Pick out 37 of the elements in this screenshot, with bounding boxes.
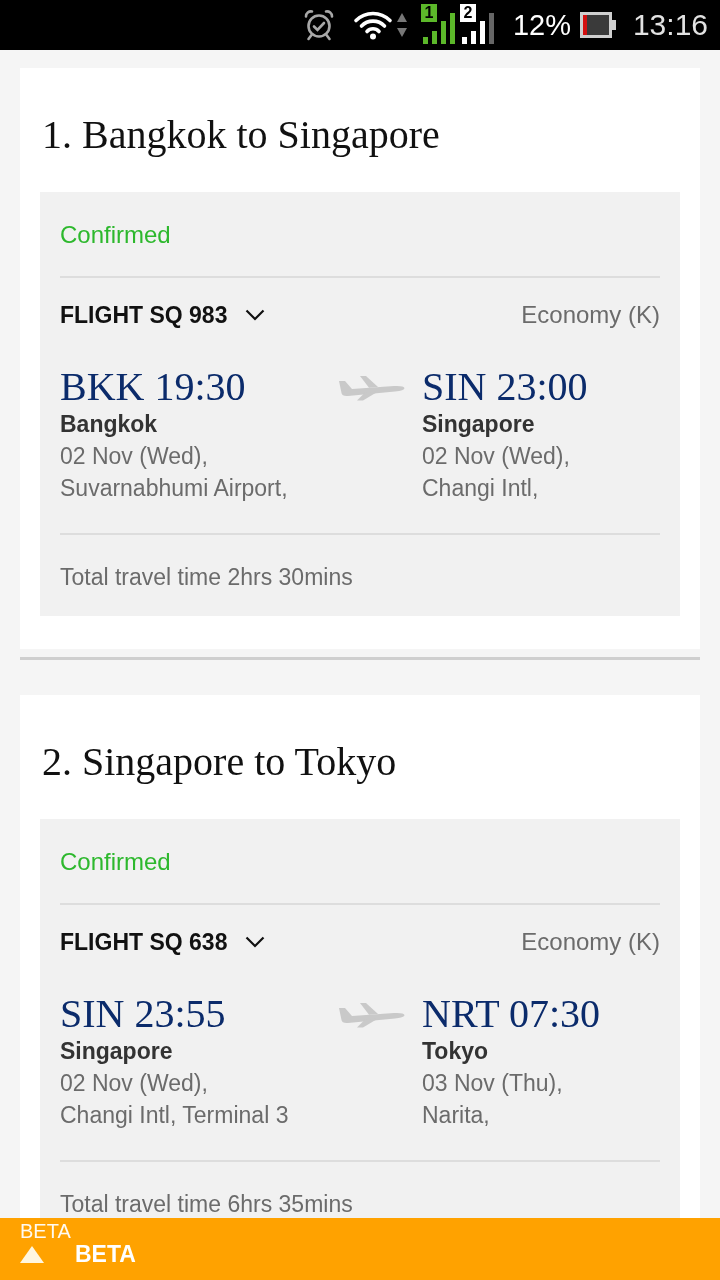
battery-percent: 12% <box>512 8 571 42</box>
trip-title: 2. Singapore to Tokyo <box>42 738 398 786</box>
city-name: Singapore <box>60 1037 173 1066</box>
wifi-icon <box>352 10 393 40</box>
airport-code-time: BKK 19:30 <box>60 365 246 409</box>
airport-name: Suvarnabhumi Airport, <box>60 474 288 503</box>
trip-title: 1. Bangkok to Singapore <box>42 111 441 159</box>
city-name: Bangkok <box>60 410 158 439</box>
city-name: Singapore <box>422 410 535 439</box>
alarm-clock-icon <box>302 9 335 41</box>
airport-code-time: SIN 23:55 <box>60 992 226 1036</box>
airport-code-time: SIN 23:00 <box>422 365 588 409</box>
airport-name: Narita, <box>422 1101 490 1130</box>
flight-date: 02 Nov (Wed), <box>60 1069 208 1098</box>
airplane-icon <box>338 1002 405 1028</box>
city-name: Tokyo <box>422 1037 489 1066</box>
total-travel-time: Total travel time 2hrs 30mins <box>60 563 354 592</box>
total-travel-time: Total travel time 6hrs 35mins <box>60 1190 354 1219</box>
cabin-class: Economy (K) <box>521 927 660 957</box>
airplane-icon <box>338 375 405 401</box>
airport-name: Changi Intl, <box>422 474 539 503</box>
faded-label: BETA <box>20 1220 71 1242</box>
data-arrows-icon <box>395 12 408 38</box>
cabin-class: Economy (K) <box>521 300 660 330</box>
clock-time: 13:16 <box>632 8 708 42</box>
airport-name: Changi Intl, Terminal 3 <box>60 1101 289 1130</box>
battery-icon <box>579 12 617 38</box>
sim-number: 2 <box>459 3 476 22</box>
booking-status: Confirmed <box>60 220 172 250</box>
flight-number-toggle[interactable]: FLIGHT SQ 983 <box>60 300 266 330</box>
flight-date: 02 Nov (Wed), <box>60 442 208 471</box>
airport-code-time: NRT 07:30 <box>422 992 600 1036</box>
flight-number-toggle[interactable]: FLIGHT SQ 638 <box>60 927 266 957</box>
flight-date: 03 Nov (Thu), <box>422 1069 563 1098</box>
flight-date: 02 Nov (Wed), <box>422 442 570 471</box>
booking-status: Confirmed <box>60 847 172 877</box>
sim-number: 1 <box>420 3 437 22</box>
